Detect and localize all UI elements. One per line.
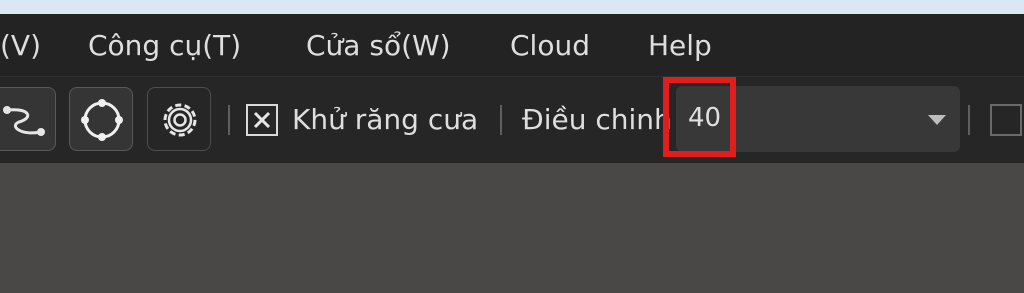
curve-tool-button[interactable] bbox=[0, 87, 56, 151]
highlight-box bbox=[663, 77, 736, 157]
toolbar-separator bbox=[968, 105, 970, 135]
curve-path-icon bbox=[3, 106, 45, 136]
window-title-strip bbox=[0, 0, 1024, 14]
circle-tool-button[interactable] bbox=[69, 87, 133, 151]
antialias-checkbox[interactable] bbox=[246, 104, 278, 136]
canvas-area bbox=[0, 163, 1024, 293]
menu-window[interactable]: Cửa sổ(W) bbox=[306, 28, 451, 64]
toolbar-separator bbox=[228, 105, 230, 135]
antialias-label: Khử răng cưa bbox=[292, 103, 479, 136]
circle-nodes-icon bbox=[81, 99, 123, 141]
adjust-label: Điều chinh bbox=[522, 103, 672, 136]
menu-bar: (V) Công cụ(T) Cửa sổ(W) Cloud Help bbox=[0, 14, 1024, 77]
option-checkbox[interactable] bbox=[990, 104, 1022, 136]
menu-help[interactable]: Help bbox=[648, 28, 712, 64]
gear-icon bbox=[163, 103, 197, 137]
menu-tools[interactable]: Công cụ(T) bbox=[88, 28, 241, 64]
menu-cloud[interactable]: Cloud bbox=[510, 28, 590, 64]
chevron-down-icon[interactable] bbox=[928, 115, 946, 125]
menu-view[interactable]: (V) bbox=[0, 28, 41, 64]
tool-options-bar: Khử răng cưa Điều chinh 40 bbox=[0, 77, 1024, 163]
toolbar-separator bbox=[500, 105, 502, 135]
settings-button[interactable] bbox=[147, 87, 211, 151]
check-x-icon bbox=[253, 111, 271, 129]
